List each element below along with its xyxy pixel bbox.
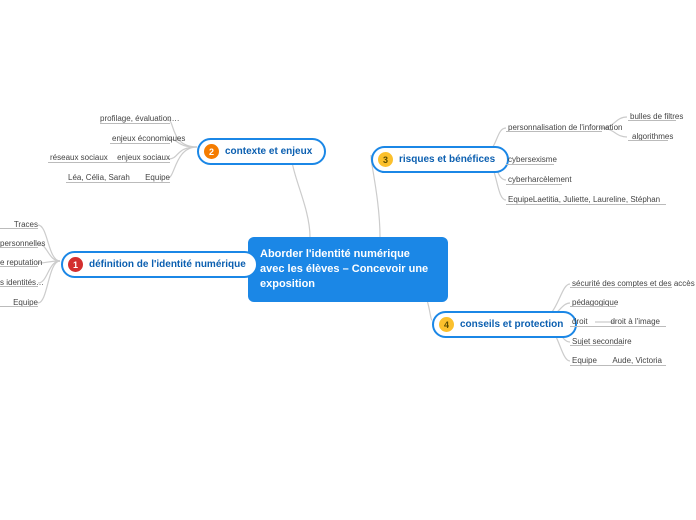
b3-leaf-cyberharcelement[interactable]: cyberharcèlement <box>508 175 572 184</box>
b2-reseaux: réseaux sociaux <box>50 153 108 162</box>
b3-team-label: Equipe <box>508 195 533 204</box>
b2-leaf-profilage[interactable]: profilage, évaluation… <box>100 114 180 123</box>
b2-leaf-economiques[interactable]: enjeux économiques <box>112 134 185 143</box>
center-title: Aborder l'identité numérique avec les él… <box>260 248 428 290</box>
b4-team-label: Equipe <box>572 356 597 365</box>
b4-team-names: Aude, Victoria <box>612 356 662 365</box>
branch-4-label: conseils et protection <box>460 319 563 330</box>
center-topic[interactable]: Aborder l'identité numérique avec les él… <box>248 237 448 302</box>
b2-team-names: Léa, Célia, Sarah <box>68 173 130 182</box>
branch-definition[interactable]: 1 définition de l'identité numérique <box>61 251 258 278</box>
badge-4: 4 <box>439 317 454 332</box>
badge-2: 2 <box>204 144 219 159</box>
b4-leaf-droit[interactable]: droit droit à l'image <box>572 317 660 326</box>
branch-risques[interactable]: 3 risques et bénéfices <box>371 146 509 173</box>
branch-1-label: définition de l'identité numérique <box>89 259 246 270</box>
b2-leaf-equipe[interactable]: Léa, Célia, Sarah Equipe <box>68 173 170 182</box>
branch-contexte[interactable]: 2 contexte et enjeux <box>197 138 326 165</box>
b4-leaf-equipe[interactable]: Equipe Aude, Victoria <box>572 356 662 365</box>
badge-3: 3 <box>378 152 393 167</box>
b4-droit-image: droit à l'image <box>610 317 660 326</box>
b2-leaf-sociaux[interactable]: réseaux sociaux enjeux sociaux <box>50 153 170 162</box>
b2-enjeux-sociaux: enjeux sociaux <box>117 153 170 162</box>
branch-2-label: contexte et enjeux <box>225 146 312 157</box>
branch-3-label: risques et bénéfices <box>399 154 495 165</box>
b3-team-names: Laetitia, Juliette, Laureline, Stéphan <box>533 195 660 204</box>
b4-droit: droit <box>572 317 588 326</box>
branch-conseils[interactable]: 4 conseils et protection <box>432 311 577 338</box>
b2-team-label: Equipe <box>145 173 170 182</box>
b3-leaf-cybersexisme[interactable]: cybersexisme <box>508 155 557 164</box>
b3-leaf-equipe[interactable]: Equipe Laetitia, Juliette, Laureline, St… <box>508 195 660 204</box>
badge-1: 1 <box>68 257 83 272</box>
